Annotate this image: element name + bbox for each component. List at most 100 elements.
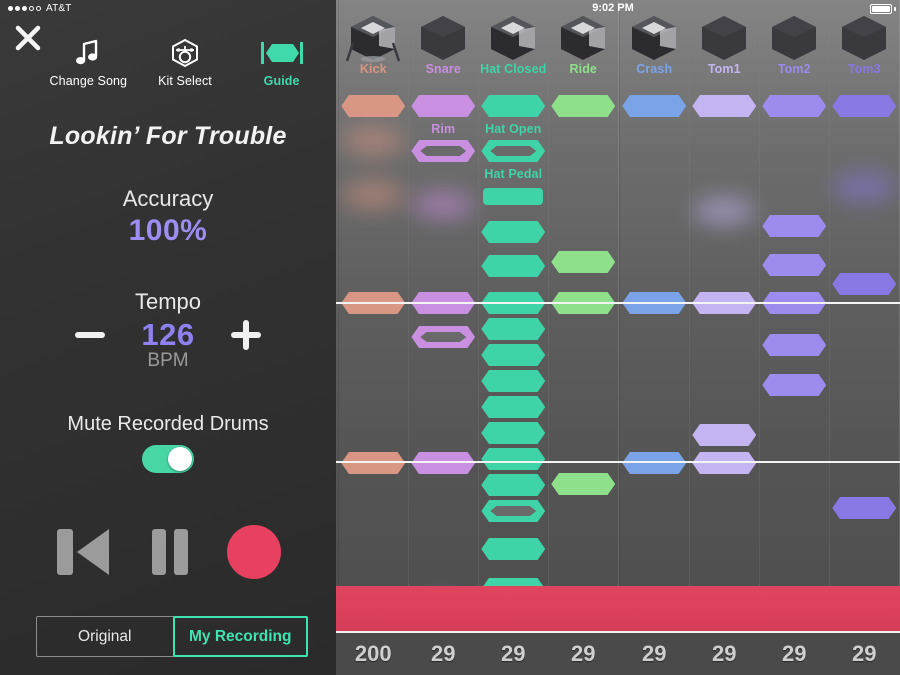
drum-column-crash[interactable]: Crash — [619, 0, 690, 675]
note-solid[interactable] — [551, 95, 616, 117]
drum-column-snare[interactable]: Snare Rim — [408, 0, 479, 675]
note-solid[interactable] — [551, 251, 616, 273]
note-solid[interactable] — [481, 370, 546, 392]
note-hole — [490, 146, 537, 156]
guide-note-icon — [260, 34, 303, 72]
note-solid[interactable] — [481, 344, 546, 366]
change-song-button[interactable]: Change Song — [42, 34, 134, 88]
record-circle-icon — [226, 525, 281, 579]
tempo-block: Tempo 126 BPM — [0, 289, 336, 372]
note-glow — [342, 180, 405, 210]
beat-line — [336, 302, 900, 304]
note-solid[interactable] — [762, 215, 827, 237]
note-glow — [693, 196, 756, 226]
drum-column-kick[interactable]: Kick — [338, 0, 409, 675]
red-progress-band — [336, 586, 900, 631]
score-value: 200 — [354, 641, 392, 666]
tempo-decrease-button[interactable] — [71, 316, 109, 354]
note-hole — [420, 332, 467, 342]
sub-label: Rim — [431, 122, 456, 136]
score-value: 29 — [571, 641, 596, 666]
toggle-knob — [168, 447, 192, 471]
guide-button[interactable]: Guide — [236, 34, 328, 88]
note-hollow[interactable] — [481, 140, 546, 162]
mute-label: Mute Recorded Drums — [67, 413, 269, 435]
note-solid[interactable] — [341, 95, 406, 117]
score-value: 29 — [431, 641, 456, 666]
score-value: 29 — [501, 641, 526, 666]
clock-label: 9:02 PM — [592, 2, 634, 14]
tempo-stepper: 126 — [0, 316, 336, 354]
score-value: 29 — [642, 641, 667, 666]
note-solid[interactable] — [622, 452, 687, 474]
note-hollow[interactable] — [481, 500, 546, 522]
song-title: Lookin’ For Trouble — [49, 122, 287, 150]
note-solid[interactable] — [622, 95, 687, 117]
playback-source-toggle: Original My Recording — [36, 616, 308, 657]
record-button[interactable] — [225, 523, 283, 581]
battery-cap-icon — [894, 7, 896, 11]
note-glow — [833, 172, 896, 202]
original-button[interactable]: Original — [37, 617, 173, 656]
note-grid: 9:02 PM Kick Snare Rim Hat Closed Hat Open Ha… — [336, 0, 900, 675]
tempo-increase-button[interactable] — [227, 316, 265, 354]
note-solid[interactable] — [481, 318, 546, 340]
note-hole — [420, 146, 467, 156]
note-hole — [490, 506, 537, 516]
drum-column-tom1[interactable]: Tom1 — [689, 0, 760, 675]
carrier-label: AT&T — [46, 2, 72, 14]
rewind-button[interactable] — [53, 523, 115, 581]
note-solid[interactable] — [341, 452, 406, 474]
mute-recorded-drums-block: Mute Recorded Drums — [0, 413, 336, 473]
accuracy-value: 100% — [128, 214, 208, 247]
battery-full-icon — [870, 4, 892, 14]
transport-controls — [0, 514, 336, 590]
guide-label: Guide — [263, 74, 300, 88]
note-solid[interactable] — [692, 452, 757, 474]
kit-select-label: Kit Select — [158, 74, 212, 88]
note-pedal[interactable] — [483, 188, 544, 205]
score-value: 29 — [852, 641, 877, 666]
note-solid[interactable] — [832, 273, 897, 295]
note-solid[interactable] — [481, 422, 546, 444]
status-bar-right: 9:02 PM — [336, 0, 900, 16]
beat-line — [336, 461, 900, 463]
note-glow — [412, 190, 475, 220]
note-solid[interactable] — [832, 497, 897, 519]
drum-column-ride[interactable]: Ride — [548, 0, 619, 675]
note-solid[interactable] — [692, 424, 757, 446]
note-solid[interactable] — [832, 95, 897, 117]
sub-label: Hat Pedal — [484, 167, 543, 181]
mute-toggle[interactable] — [142, 445, 194, 473]
note-solid[interactable] — [481, 474, 546, 496]
note-solid[interactable] — [481, 538, 546, 560]
drum-column-hat-closed[interactable]: Hat Closed Hat Open Hat Pedal — [478, 0, 549, 675]
note-solid[interactable] — [481, 255, 546, 277]
accuracy-label: Accuracy — [122, 186, 214, 211]
pause-button[interactable] — [150, 523, 190, 581]
status-bar-carrier: AT&T — [0, 0, 336, 16]
my-recording-button[interactable]: My Recording — [172, 616, 308, 657]
note-solid[interactable] — [411, 95, 476, 117]
note-solid[interactable] — [762, 95, 827, 117]
drum-column-tom2[interactable]: Tom2 — [759, 0, 830, 675]
note-solid[interactable] — [551, 473, 616, 495]
tempo-value: 126 — [141, 317, 195, 352]
note-solid[interactable] — [692, 95, 757, 117]
note-solid[interactable] — [481, 95, 546, 117]
drum-column-tom3[interactable]: Tom3 — [829, 0, 900, 675]
note-solid[interactable] — [762, 254, 827, 276]
note-hollow[interactable] — [411, 140, 476, 162]
note-solid[interactable] — [481, 448, 546, 470]
note-solid[interactable] — [762, 374, 827, 396]
note-solid[interactable] — [411, 452, 476, 474]
note-solid[interactable] — [481, 396, 546, 418]
note-solid[interactable] — [481, 221, 546, 243]
kit-select-button[interactable]: Kit Select — [139, 34, 231, 88]
note-hollow[interactable] — [411, 326, 476, 348]
drum-kit-icon — [170, 34, 200, 72]
tempo-unit-label: BPM — [147, 350, 189, 371]
note-solid[interactable] — [762, 334, 827, 356]
column-label: Hat Closed — [480, 62, 547, 76]
skip-back-icon — [57, 529, 110, 575]
